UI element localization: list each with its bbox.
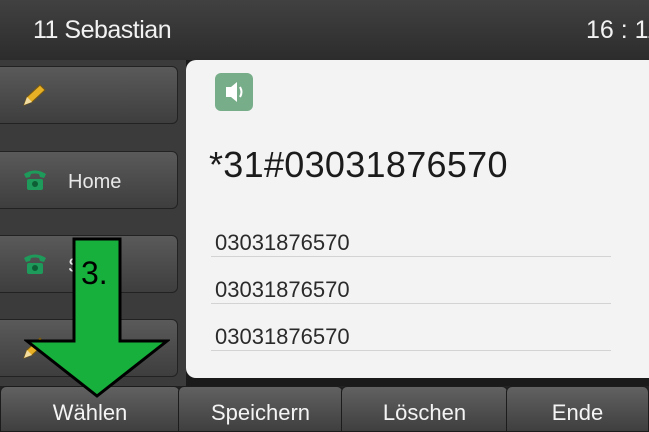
suggestion-item[interactable]: 03031876570	[215, 277, 350, 303]
softkey-loeschen[interactable]: Löschen	[341, 386, 508, 432]
divider	[211, 256, 611, 257]
dialed-number: *31#03031876570	[209, 144, 508, 185]
suggestion-item[interactable]: 03031876570	[215, 324, 350, 350]
pencil-icon	[23, 84, 46, 106]
clock: 16 : 11	[586, 16, 649, 44]
dial-screen: *31#03031876570 03031876570 03031876570 …	[186, 60, 649, 378]
line-key-label: Home	[68, 171, 122, 193]
softkey-ende[interactable]: Ende	[506, 386, 649, 432]
divider	[211, 350, 611, 351]
line-key-1[interactable]	[0, 66, 178, 124]
phone-icon	[24, 170, 46, 190]
status-bar: 11 Sebastian 16 : 11	[0, 0, 649, 60]
line-key-home[interactable]: Home	[0, 151, 178, 209]
softkey-speichern[interactable]: Speichern	[178, 386, 343, 432]
suggestion-item[interactable]: 03031876570	[215, 230, 350, 256]
step-number: 3.	[81, 255, 108, 291]
divider	[211, 303, 611, 304]
account-name: 11 Sebastian	[33, 16, 172, 44]
speaker-icon	[215, 73, 253, 111]
